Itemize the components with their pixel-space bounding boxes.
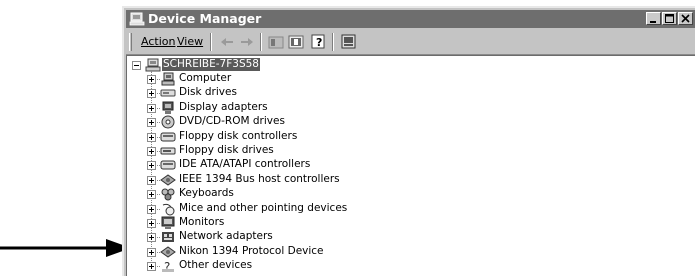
close-button[interactable] — [678, 12, 693, 25]
tree-item-label[interactable]: Nikon 1394 Protocol Device — [179, 245, 324, 258]
tree-item[interactable]: IEEE 1394 Bus host controllers — [127, 173, 447, 187]
help-icon[interactable]: ? — [310, 33, 328, 51]
floppy-controller-icon — [160, 132, 176, 142]
tree-item-label[interactable]: Display adapters — [179, 101, 268, 114]
nikon-device-icon — [160, 246, 176, 258]
tree-item[interactable]: ? Other devices — [127, 259, 447, 273]
tree-item[interactable]: Floppy disk drives — [127, 144, 447, 158]
pointer-arrow-icon — [0, 239, 131, 257]
forward-arrow-icon[interactable] — [238, 33, 256, 51]
expand-icon[interactable] — [147, 89, 156, 99]
maximize-button[interactable] — [662, 12, 677, 25]
menu-toolbar: Action View ? — [126, 30, 695, 55]
minimize-icon — [650, 21, 656, 23]
device-manager-icon — [129, 12, 145, 26]
tree-item-label[interactable]: Disk drives — [179, 86, 237, 99]
tree-item-label[interactable]: Other devices — [179, 259, 252, 272]
expand-icon[interactable] — [147, 247, 156, 257]
tree-item[interactable]: IDE ATA/ATAPI controllers — [127, 158, 447, 172]
expand-icon[interactable] — [147, 147, 156, 156]
tree-item-label[interactable]: Computer — [179, 72, 231, 85]
ieee1394-icon — [160, 174, 176, 186]
ide-controller-icon — [160, 160, 176, 170]
properties-icon[interactable] — [287, 33, 305, 51]
device-manager-window: Device Manager Action View ? SCHREIBE-7F… — [122, 6, 695, 276]
tree-item-label[interactable]: Network adapters — [179, 230, 273, 243]
expand-icon[interactable] — [147, 118, 156, 128]
tree-item[interactable]: Mice and other pointing devices — [127, 202, 447, 216]
unknown-device-icon: ? — [162, 260, 174, 273]
dvd-drive-icon — [161, 115, 175, 129]
toolbar-separator — [210, 33, 212, 51]
monitor-icon — [161, 216, 175, 229]
menu-action[interactable]: Action — [141, 35, 175, 48]
close-icon — [681, 14, 690, 23]
tree-item[interactable]: Network adapters — [127, 230, 447, 244]
tree-item[interactable]: Computer — [127, 72, 447, 86]
toolbar-separator — [260, 33, 262, 51]
tree-item-label[interactable]: IEEE 1394 Bus host controllers — [179, 173, 340, 186]
floppy-drive-icon — [160, 147, 176, 155]
expand-icon[interactable] — [147, 75, 156, 84]
tree-view-icon[interactable] — [267, 33, 285, 51]
back-arrow-icon[interactable] — [218, 33, 236, 51]
display-adapter-icon — [162, 101, 174, 114]
collapse-icon[interactable] — [132, 61, 141, 70]
tree-item[interactable]: DVD/CD-ROM drives — [127, 115, 447, 129]
title-bar: Device Manager — [126, 10, 695, 28]
tree-item[interactable]: Monitors — [127, 216, 447, 230]
computer-icon — [161, 72, 175, 86]
minimize-button[interactable] — [646, 12, 661, 25]
expand-icon[interactable] — [147, 175, 156, 185]
tree-item-label[interactable]: Mice and other pointing devices — [179, 202, 347, 215]
tree-item[interactable]: Display adapters — [127, 101, 447, 115]
window-title: Device Manager — [148, 11, 262, 26]
expand-icon[interactable] — [147, 233, 156, 243]
computer-root-icon — [145, 58, 161, 72]
tree-item-label[interactable]: Floppy disk drives — [179, 144, 274, 157]
tree-item-label[interactable]: Keyboards — [179, 187, 234, 200]
toolbar-separator — [332, 33, 334, 51]
toolbar-grip[interactable] — [129, 33, 132, 51]
expand-icon[interactable] — [147, 161, 156, 171]
expand-icon[interactable] — [147, 103, 156, 113]
expand-icon[interactable] — [147, 204, 156, 214]
maximize-icon — [665, 14, 674, 23]
tree-item-label[interactable]: Monitors — [179, 216, 224, 229]
tree-item[interactable]: Nikon 1394 Protocol Device — [127, 245, 447, 259]
device-tree: SCHREIBE-7F3S58 Computer Disk drives Displ… — [126, 55, 695, 276]
tree-item-label[interactable]: Floppy disk controllers — [179, 130, 297, 143]
expand-icon[interactable] — [147, 219, 156, 228]
tree-item[interactable]: Disk drives — [127, 86, 447, 100]
keyboard-icon — [161, 188, 175, 201]
expand-icon[interactable] — [147, 190, 156, 200]
disk-drive-icon — [160, 89, 176, 97]
menu-view[interactable]: View — [177, 35, 203, 48]
scan-hardware-icon[interactable] — [340, 33, 358, 51]
network-adapter-icon — [162, 232, 174, 243]
mouse-icon — [162, 203, 175, 216]
svg-text:?: ? — [316, 36, 322, 49]
expand-icon[interactable] — [147, 132, 156, 142]
tree-item-label[interactable]: DVD/CD-ROM drives — [179, 115, 285, 128]
tree-root[interactable]: SCHREIBE-7F3S58 — [127, 58, 427, 72]
tree-root-label[interactable]: SCHREIBE-7F3S58 — [162, 58, 260, 71]
expand-icon[interactable] — [147, 262, 156, 272]
tree-item[interactable]: Floppy disk controllers — [127, 130, 447, 144]
tree-item[interactable]: Keyboards — [127, 187, 447, 201]
tree-item-label[interactable]: IDE ATA/ATAPI controllers — [179, 158, 310, 171]
